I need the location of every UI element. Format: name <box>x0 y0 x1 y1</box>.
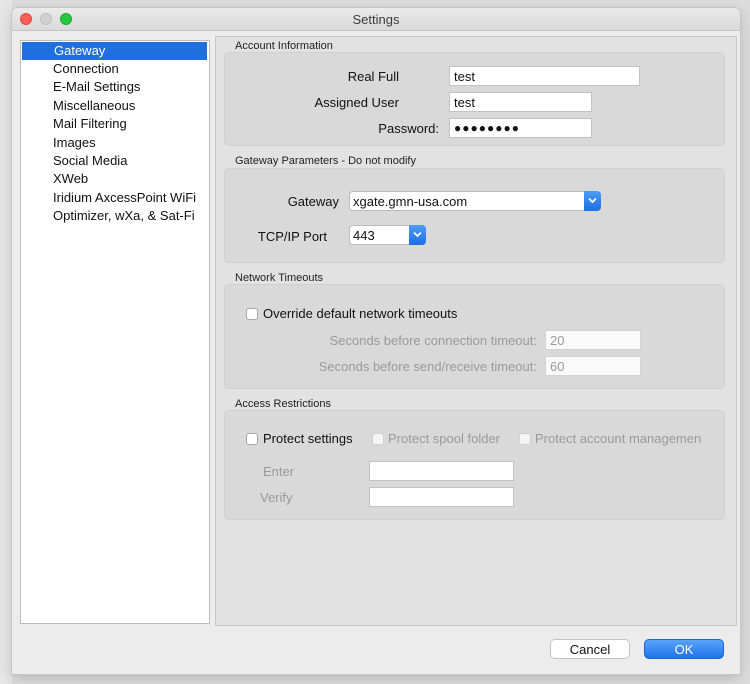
password-label: Password: <box>378 121 439 136</box>
cancel-button[interactable]: Cancel <box>550 639 630 659</box>
sidebar: Gateway Connection E-Mail Settings Misce… <box>20 40 210 624</box>
protect-account-checkbox[interactable] <box>519 433 531 445</box>
access-section-label: Access Restrictions <box>235 398 331 410</box>
chevron-down-icon <box>588 197 597 204</box>
port-label: TCP/IP Port <box>257 229 327 244</box>
verify-label: Verify <box>260 490 293 505</box>
assigned-user-label: Assigned User <box>314 95 399 110</box>
protect-spool-label: Protect spool folder <box>388 431 501 446</box>
sidebar-item-gateway[interactable]: Gateway <box>22 42 207 60</box>
send-receive-timeout-label: Seconds before send/receive timeout: <box>318 359 537 374</box>
assigned-user-field[interactable] <box>449 92 592 112</box>
override-timeouts-label: Override default network timeouts <box>263 306 458 321</box>
chevron-down-icon <box>413 231 422 238</box>
account-group: Real Full Assigned User Password: ●●●●●●… <box>224 52 725 146</box>
port-select[interactable]: 443 <box>349 225 426 245</box>
send-receive-timeout-field[interactable] <box>545 356 641 376</box>
real-full-label: Real Full <box>347 69 399 84</box>
real-full-field[interactable] <box>449 66 640 86</box>
settings-window: Settings Gateway Connection E-Mail Setti… <box>12 8 740 674</box>
connection-timeout-field[interactable] <box>545 330 641 350</box>
protect-account-label: Protect account managemen <box>535 431 702 446</box>
gateway-select-button[interactable] <box>584 191 601 211</box>
sidebar-item-social-media[interactable]: Social Media <box>21 152 207 170</box>
title-bar: Settings <box>12 8 740 31</box>
sidebar-item-miscellaneous[interactable]: Miscellaneous <box>21 97 207 115</box>
account-section-label: Account Information <box>235 40 333 52</box>
password-field[interactable]: ●●●●●●●● <box>449 118 592 138</box>
protect-settings-label: Protect settings <box>263 431 353 446</box>
gateway-section-label: Gateway Parameters - Do not modify <box>235 155 416 167</box>
window-title: Settings <box>352 12 400 27</box>
port-select-button[interactable] <box>409 225 426 245</box>
gateway-select[interactable]: xgate.gmn-usa.com <box>349 191 601 211</box>
gateway-group: Gateway xgate.gmn-usa.com TCP/IP Port 44… <box>224 168 725 263</box>
enter-label: Enter <box>263 464 295 479</box>
ok-button[interactable]: OK <box>644 639 724 659</box>
port-select-value: 443 <box>353 228 375 243</box>
sidebar-item-mail-filtering[interactable]: Mail Filtering <box>21 115 207 133</box>
gateway-label: Gateway <box>287 194 339 209</box>
access-group: Protect settings Protect spool folder Pr… <box>224 410 725 520</box>
sidebar-item-optimizer[interactable]: Optimizer, wXa, & Sat-Fi <box>21 207 207 225</box>
sidebar-item-xweb[interactable]: XWeb <box>21 170 207 188</box>
protect-settings-checkbox[interactable] <box>246 433 258 445</box>
sidebar-item-connection[interactable]: Connection <box>21 60 207 78</box>
gateway-select-value: xgate.gmn-usa.com <box>353 194 468 209</box>
sidebar-item-iridium-wifi[interactable]: Iridium AxcessPoint WiFi <box>21 189 207 207</box>
override-timeouts-checkbox[interactable] <box>246 308 258 320</box>
protect-spool-checkbox[interactable] <box>372 433 384 445</box>
desktop-background <box>0 0 12 684</box>
connection-timeout-label: Seconds before connection timeout: <box>329 333 537 348</box>
sidebar-item-email-settings[interactable]: E-Mail Settings <box>21 78 207 96</box>
timeouts-section-label: Network Timeouts <box>235 272 324 284</box>
enter-password-field[interactable] <box>369 461 514 481</box>
sidebar-item-images[interactable]: Images <box>21 134 207 152</box>
settings-content: Account Information Real Full Assigned U… <box>215 36 737 626</box>
verify-password-field[interactable] <box>369 487 514 507</box>
timeouts-group: Override default network timeouts Second… <box>224 284 725 389</box>
